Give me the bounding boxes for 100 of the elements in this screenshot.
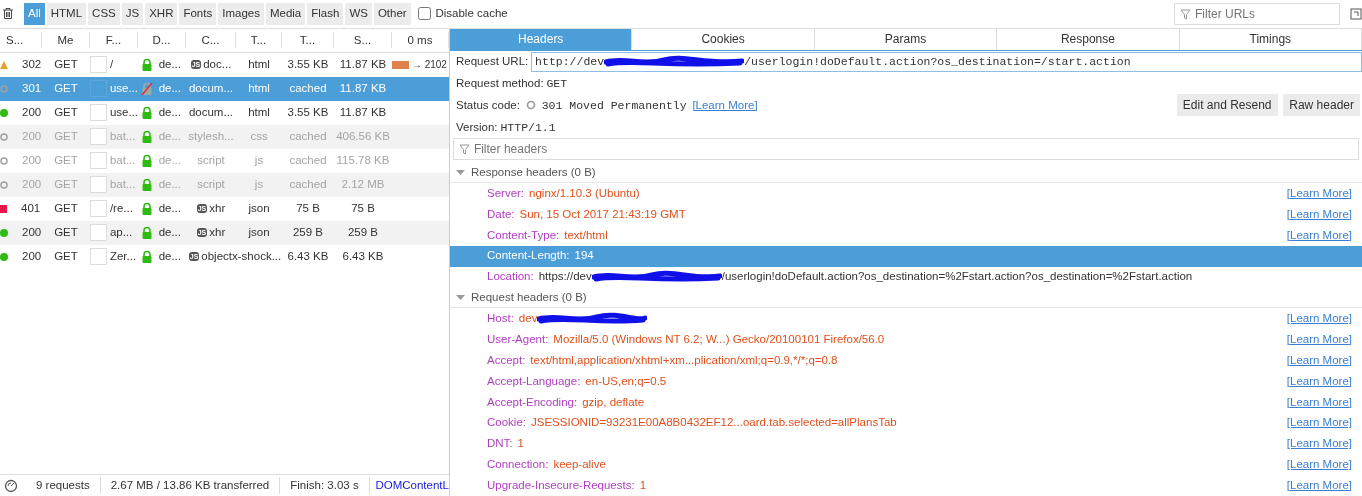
learn-more-link[interactable]: [Learn More] xyxy=(1286,393,1352,411)
size-text: 11.87 KB xyxy=(338,57,388,73)
header-row[interactable]: Cookie: JSESSIONID=93231E00A8B0432EF12...oard.tab.selected=allPlansTab [Learn More] xyxy=(450,412,1362,434)
method-text: GET xyxy=(53,57,79,73)
cause-text: script xyxy=(197,153,225,169)
header-value: 1 xyxy=(639,477,647,493)
section-header[interactable]: Request headers (0 B) xyxy=(450,287,1362,309)
method-text: GET xyxy=(53,81,79,97)
trash-icon[interactable] xyxy=(2,7,14,21)
header-row[interactable]: Host: dev [Learn More] xyxy=(450,308,1362,330)
type-text: html xyxy=(247,105,271,121)
status-code: 200 xyxy=(22,129,42,145)
checkbox-label[interactable]: Disable cache xyxy=(435,5,508,23)
filter-button[interactable]: CSS xyxy=(88,3,120,25)
status-code: 301 xyxy=(22,81,42,97)
cause-text: doc... xyxy=(203,57,232,73)
header-row[interactable]: Location: https://dev /userlogin!doDefault.action?os_destination=%2Fstart.action?os_destination=%2Fstart.action xyxy=(450,266,1362,288)
method-text: GET xyxy=(53,105,79,121)
status-text: 2.67 MB / 13.86 KB transferred xyxy=(100,476,281,495)
filter-button[interactable]: Fonts xyxy=(179,3,217,25)
status-code: 401 xyxy=(21,201,41,217)
column-header[interactable]: S... xyxy=(0,32,42,49)
header-row[interactable]: User-Agent: Mozilla/5.0 (Windows NT 6.2; W...) Gecko/20100101 Firefox/56.0 [Learn More] xyxy=(450,329,1362,350)
request-row[interactable]: 200 GET use... de... docum... html 3.55 KB 11.87 KB xyxy=(0,100,449,125)
column-header[interactable]: S... xyxy=(334,32,392,49)
header-value: Mozilla/5.0 (Windows NT 6.2; W...) Gecko/20100101 Firefox/56.0 xyxy=(553,331,885,347)
size-text: 2.12 MB xyxy=(340,177,386,193)
learn-more-link[interactable]: [Learn More] xyxy=(1286,310,1352,328)
learn-more-link[interactable]: [Learn More] xyxy=(1286,435,1352,453)
learn-more-link[interactable]: [Learn More] xyxy=(1286,351,1352,370)
cause-text: stylesh... xyxy=(188,129,234,145)
filter-button[interactable]: Other xyxy=(373,3,411,25)
filter-button[interactable]: JS xyxy=(121,3,144,25)
status-code: 200 xyxy=(22,153,42,169)
header-value: https://dev xyxy=(538,269,592,285)
domain-text: de... xyxy=(158,201,181,217)
cause-text: docum... xyxy=(188,105,234,121)
header-row[interactable]: Date: Sun, 15 Oct 2017 21:43:19 GMT [Learn More] xyxy=(450,203,1362,225)
section-header[interactable]: Response headers (0 B) xyxy=(450,162,1362,184)
column-header[interactable]: T... xyxy=(236,32,282,49)
column-header[interactable]: Me xyxy=(42,32,90,49)
learn-more-link[interactable]: [Learn More] xyxy=(1286,456,1352,474)
header-row[interactable]: Content-Type: text/html [Learn More] xyxy=(450,224,1362,246)
filter-button[interactable]: HTML xyxy=(46,3,87,25)
filter-icon xyxy=(1180,8,1191,20)
learn-more-link[interactable]: [Learn More] xyxy=(1286,205,1352,223)
transferred-text: 3.55 KB xyxy=(286,105,330,121)
size-text: 406.56 KB xyxy=(335,129,391,145)
learn-more-link[interactable]: [Learn More] xyxy=(692,96,758,115)
transferred-text: 6.43 KB xyxy=(286,249,330,265)
action-button[interactable]: Edit and Resend xyxy=(1176,94,1278,117)
type-text: js xyxy=(253,177,265,193)
transferred-text: 75 B xyxy=(295,201,321,217)
header-value: keep-alive xyxy=(553,457,606,473)
learn-more-link[interactable]: [Learn More] xyxy=(1286,184,1352,203)
column-header[interactable]: 0 ms xyxy=(392,32,449,49)
filter-button[interactable]: Images xyxy=(218,3,264,25)
file-name: Zer... xyxy=(109,249,137,265)
field-label: Request method: xyxy=(456,75,544,91)
column-header[interactable]: C... xyxy=(186,32,236,49)
header-row[interactable]: Accept-Language: en-US,en;q=0.5 [Learn More] xyxy=(450,370,1362,392)
header-name: Accept-Encoding: xyxy=(487,394,578,410)
file-name: use... xyxy=(109,81,138,97)
header-value: JSESSIONID=93231E00A8B0432EF12...oard.tab.selected=allPlansTab xyxy=(531,415,897,431)
learn-more-link[interactable]: [Learn More] xyxy=(1286,414,1352,432)
thumbnail xyxy=(90,200,107,218)
column-header[interactable]: D... xyxy=(138,32,186,49)
filter-button[interactable]: XHR xyxy=(145,3,178,25)
header-row[interactable]: Accept-Encoding: gzip, deflate [Learn More] xyxy=(450,391,1362,413)
filter-button[interactable]: WS xyxy=(345,3,372,25)
header-row[interactable]: DNT: 1 [Learn More] xyxy=(450,433,1362,455)
size-text: 11.87 KB xyxy=(338,81,388,97)
header-row[interactable]: Accept: text/html,application/xhtml+xm...plication/xml;q=0.9,*/*;q=0.8 [Learn More] xyxy=(450,350,1362,371)
file-name: use... xyxy=(109,105,138,121)
filter-button[interactable]: Media xyxy=(265,3,306,25)
checkbox[interactable] xyxy=(418,7,432,21)
status-code: 200 xyxy=(22,177,42,193)
url-field[interactable]: http://dev /userlogin!doDefault.action?os_destination=/start.action xyxy=(531,51,1362,72)
header-row[interactable]: Upgrade-Insecure-Requests: 1 [Learn More] xyxy=(450,475,1362,496)
transferred-text: 3.55 KB xyxy=(286,57,330,73)
filter-headers-field[interactable]: Filter headers xyxy=(452,138,1360,161)
transferred-text: cached xyxy=(288,153,328,169)
learn-more-link[interactable]: [Learn More] xyxy=(1286,330,1352,349)
field-value: GET xyxy=(546,75,568,92)
size-text: 11.87 KB xyxy=(338,105,388,121)
cause-text: xhr xyxy=(209,225,226,241)
type-text: js xyxy=(253,153,265,169)
action-button[interactable]: Raw header xyxy=(1283,94,1360,117)
filter-urls-field[interactable]: Filter URLs xyxy=(1174,2,1340,25)
header-row[interactable]: Connection: keep-alive [Learn More] xyxy=(450,454,1362,476)
learn-more-link[interactable]: [Learn More] xyxy=(1286,226,1352,244)
type-text: json xyxy=(247,201,271,217)
column-header[interactable]: T... xyxy=(282,32,334,49)
learn-more-link[interactable]: [Learn More] xyxy=(1286,476,1352,495)
filter-button[interactable]: Flash xyxy=(307,3,344,25)
column-header[interactable]: F... xyxy=(90,32,138,49)
header-row[interactable]: Server: nginx/1.10.3 (Ubuntu) [Learn More] xyxy=(450,183,1362,204)
header-name: Cookie: xyxy=(487,415,526,431)
cause-text: docum... xyxy=(188,81,234,97)
learn-more-link[interactable]: [Learn More] xyxy=(1286,372,1352,390)
